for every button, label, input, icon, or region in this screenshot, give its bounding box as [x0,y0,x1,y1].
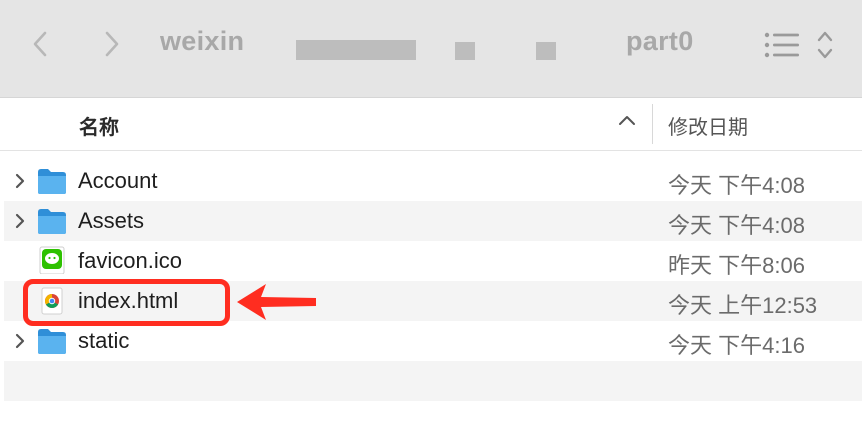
highlight-box [23,279,230,326]
file-date: 今天 上午12:53 [668,293,818,318]
forward-button[interactable] [92,22,132,66]
breadcrumb-weixin[interactable]: weixin [160,26,256,57]
file-row[interactable]: favicon.ico 昨天 下午8:06 [4,241,862,281]
finder-toolbar: weixin part0 [0,0,862,98]
chevron-updown-icon [817,31,833,59]
column-divider[interactable] [652,104,653,144]
column-name-header[interactable]: 名称 [79,111,119,140]
redacted-breadcrumb [296,40,416,60]
file-date: 今天 下午4:16 [668,333,805,358]
disclosure-triangle-icon[interactable] [14,333,26,349]
redacted-breadcrumb [455,42,475,60]
file-date: 今天 下午4:08 [668,173,805,198]
file-date: 昨天 下午8:06 [668,253,805,278]
file-name: static [78,328,130,353]
file-row[interactable]: Assets 今天 下午4:08 [4,201,862,241]
disclosure-triangle-icon[interactable] [14,213,26,229]
empty-list-row [4,361,862,401]
list-view-icon [764,32,799,58]
disclosure-triangle-icon[interactable] [14,173,26,189]
column-header: 名称 修改日期 [0,98,862,151]
folder-icon [38,169,66,194]
chevron-up-icon[interactable] [618,114,636,126]
folder-icon [38,329,66,354]
breadcrumb-part0[interactable]: part0 [626,26,694,57]
arrow-icon [237,284,316,320]
file-row[interactable]: Account 今天 下午4:08 [4,161,862,201]
back-button[interactable] [20,22,60,66]
file-date: 今天 下午4:08 [668,213,805,238]
file-name: Assets [78,208,145,233]
file-name: Account [78,168,158,193]
redacted-breadcrumb [536,42,556,60]
wechat-icon [39,246,65,274]
folder-icon [38,209,66,234]
view-options-button[interactable] [762,26,842,66]
file-row[interactable]: static 今天 下午4:16 [4,321,862,361]
file-name: favicon.ico [78,248,182,273]
chevron-left-icon [33,31,47,57]
column-date-header[interactable]: 修改日期 [668,111,748,140]
chevron-right-icon [105,31,119,57]
